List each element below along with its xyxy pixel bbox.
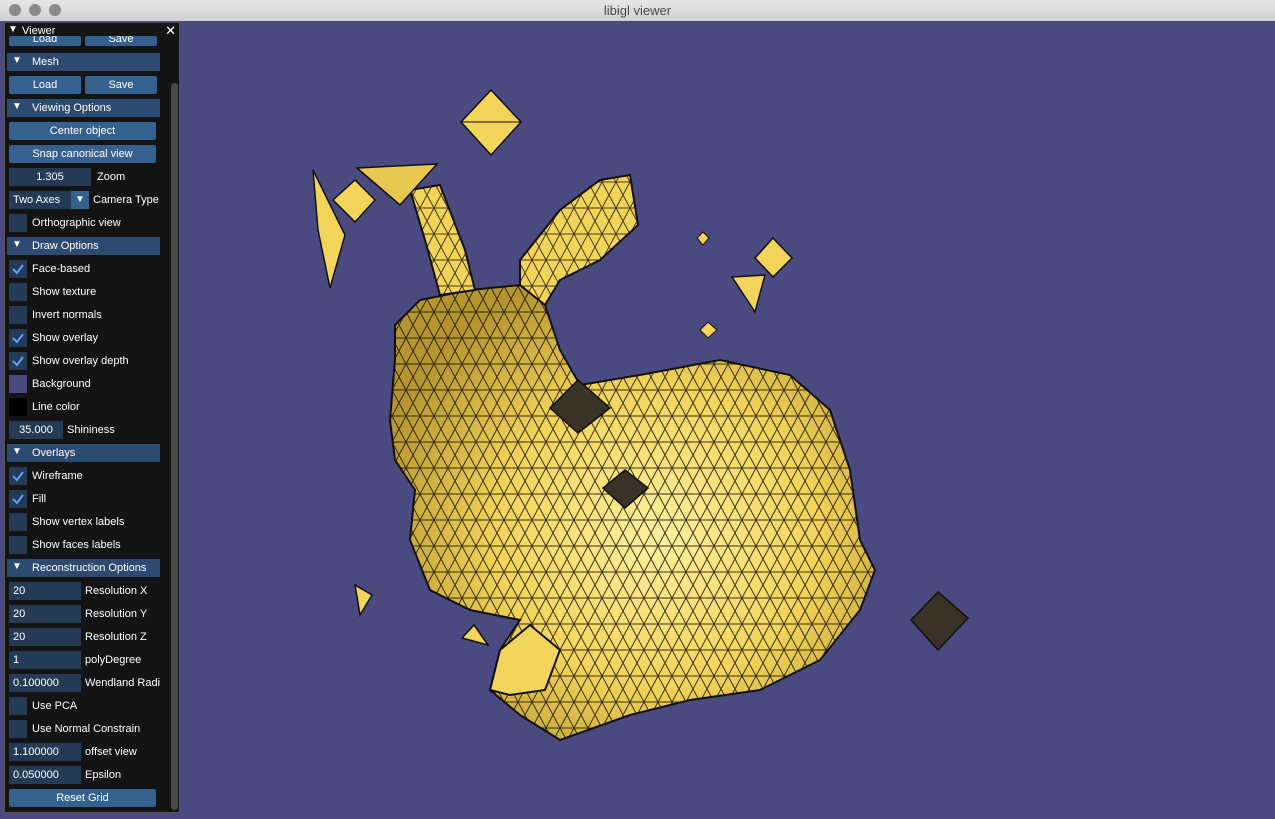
zoom-field[interactable]: 1.305	[9, 168, 91, 186]
offset-view-label: offset view	[85, 746, 137, 758]
resolution-x-label: Resolution X	[85, 585, 148, 597]
viewer-panel: ▼ Viewer ✕ Load Save ▼ Mesh Load Save ▼ …	[4, 22, 180, 813]
window-title: libigl viewer	[603, 3, 672, 18]
orthographic-label: Orthographic view	[32, 217, 121, 229]
camera-type-select[interactable]: Two Axes ▼	[9, 191, 89, 209]
vertex-labels-label: Show vertex labels	[32, 516, 125, 528]
mesh-header[interactable]: ▼ Mesh	[7, 53, 160, 71]
reconstruction-options-header[interactable]: ▼ Reconstruction Options	[7, 559, 160, 577]
resolution-z-field[interactable]: 20	[9, 628, 81, 646]
camera-type-label: Camera Type	[93, 194, 159, 206]
checkmark-icon	[12, 494, 24, 505]
fill-label: Fill	[32, 493, 47, 505]
invert-normals-label: Invert normals	[32, 309, 102, 321]
show-overlay-depth-label: Show overlay depth	[32, 355, 129, 367]
viewing-options-header[interactable]: ▼ Viewing Options	[7, 99, 160, 117]
mesh-viewport[interactable]	[0, 21, 1275, 819]
background-label: Background	[32, 378, 91, 390]
checkmark-icon	[12, 356, 24, 367]
collapse-triangle-icon[interactable]: ▼	[8, 24, 18, 35]
wendland-radius-label: Wendland Radi	[85, 677, 161, 689]
shininess-label: Shininess	[67, 424, 115, 436]
show-overlay-checkbox[interactable]	[9, 329, 27, 347]
use-normal-constrain-checkbox[interactable]	[9, 720, 27, 738]
mesh-load-button[interactable]: Load	[9, 76, 81, 94]
chevron-down-icon[interactable]: ▼	[71, 191, 89, 209]
orthographic-checkbox[interactable]	[9, 214, 27, 232]
shininess-field[interactable]: 35.000	[9, 421, 63, 439]
face-labels-checkbox[interactable]	[9, 536, 27, 554]
invert-normals-checkbox[interactable]	[9, 306, 27, 324]
save-button-partial[interactable]: Save	[85, 36, 157, 46]
draw-options-header[interactable]: ▼ Draw Options	[7, 237, 160, 255]
checkmark-icon	[12, 471, 24, 482]
epsilon-label: Epsilon	[85, 769, 122, 781]
background-color-swatch[interactable]	[9, 375, 27, 393]
collapse-triangle-icon: ▼	[12, 101, 22, 112]
checkmark-icon	[12, 333, 24, 344]
overlays-header[interactable]: ▼ Overlays	[7, 444, 160, 462]
offset-view-field[interactable]: 1.100000	[9, 743, 81, 761]
scrollbar-thumb[interactable]	[171, 83, 178, 810]
wendland-radius-field[interactable]: 0.100000	[9, 674, 81, 692]
title-bar: libigl viewer	[0, 0, 1275, 22]
reset-grid-button[interactable]: Reset Grid	[9, 789, 156, 807]
collapse-triangle-icon: ▼	[12, 446, 22, 457]
load-button-partial[interactable]: Load	[9, 36, 81, 46]
show-texture-label: Show texture	[32, 286, 97, 298]
use-pca-checkbox[interactable]	[9, 697, 27, 715]
epsilon-field[interactable]: 0.050000	[9, 766, 81, 784]
vertex-labels-checkbox[interactable]	[9, 513, 27, 531]
poly-degree-label: polyDegree	[85, 654, 142, 666]
resolution-y-label: Resolution Y	[85, 608, 148, 620]
fill-checkbox[interactable]	[9, 490, 27, 508]
show-overlay-label: Show overlay	[32, 332, 99, 344]
mesh-save-button[interactable]: Save	[85, 76, 157, 94]
resolution-z-label: Resolution Z	[85, 631, 147, 643]
wireframe-label: Wireframe	[32, 470, 83, 482]
face-labels-label: Show faces labels	[32, 539, 121, 551]
wireframe-checkbox[interactable]	[9, 467, 27, 485]
line-color-label: Line color	[32, 401, 80, 413]
resolution-x-field[interactable]: 20	[9, 582, 81, 600]
close-icon[interactable]: ✕	[165, 23, 176, 39]
zoom-label: Zoom	[97, 171, 126, 183]
show-overlay-depth-checkbox[interactable]	[9, 352, 27, 370]
collapse-triangle-icon: ▼	[12, 239, 22, 250]
center-object-button[interactable]: Center object	[9, 122, 156, 140]
poly-degree-field[interactable]: 1	[9, 651, 81, 669]
collapse-triangle-icon: ▼	[12, 55, 22, 66]
face-based-checkbox[interactable]	[9, 260, 27, 278]
show-texture-checkbox[interactable]	[9, 283, 27, 301]
line-color-swatch[interactable]	[9, 398, 27, 416]
checkmark-icon	[12, 264, 24, 275]
resolution-y-field[interactable]: 20	[9, 605, 81, 623]
snap-canonical-view-button[interactable]: Snap canonical view	[9, 145, 156, 163]
collapse-triangle-icon: ▼	[12, 561, 22, 572]
use-normal-constrain-label: Use Normal Constrain	[32, 723, 141, 735]
face-based-label: Face-based	[32, 263, 91, 275]
use-pca-label: Use PCA	[32, 700, 78, 712]
